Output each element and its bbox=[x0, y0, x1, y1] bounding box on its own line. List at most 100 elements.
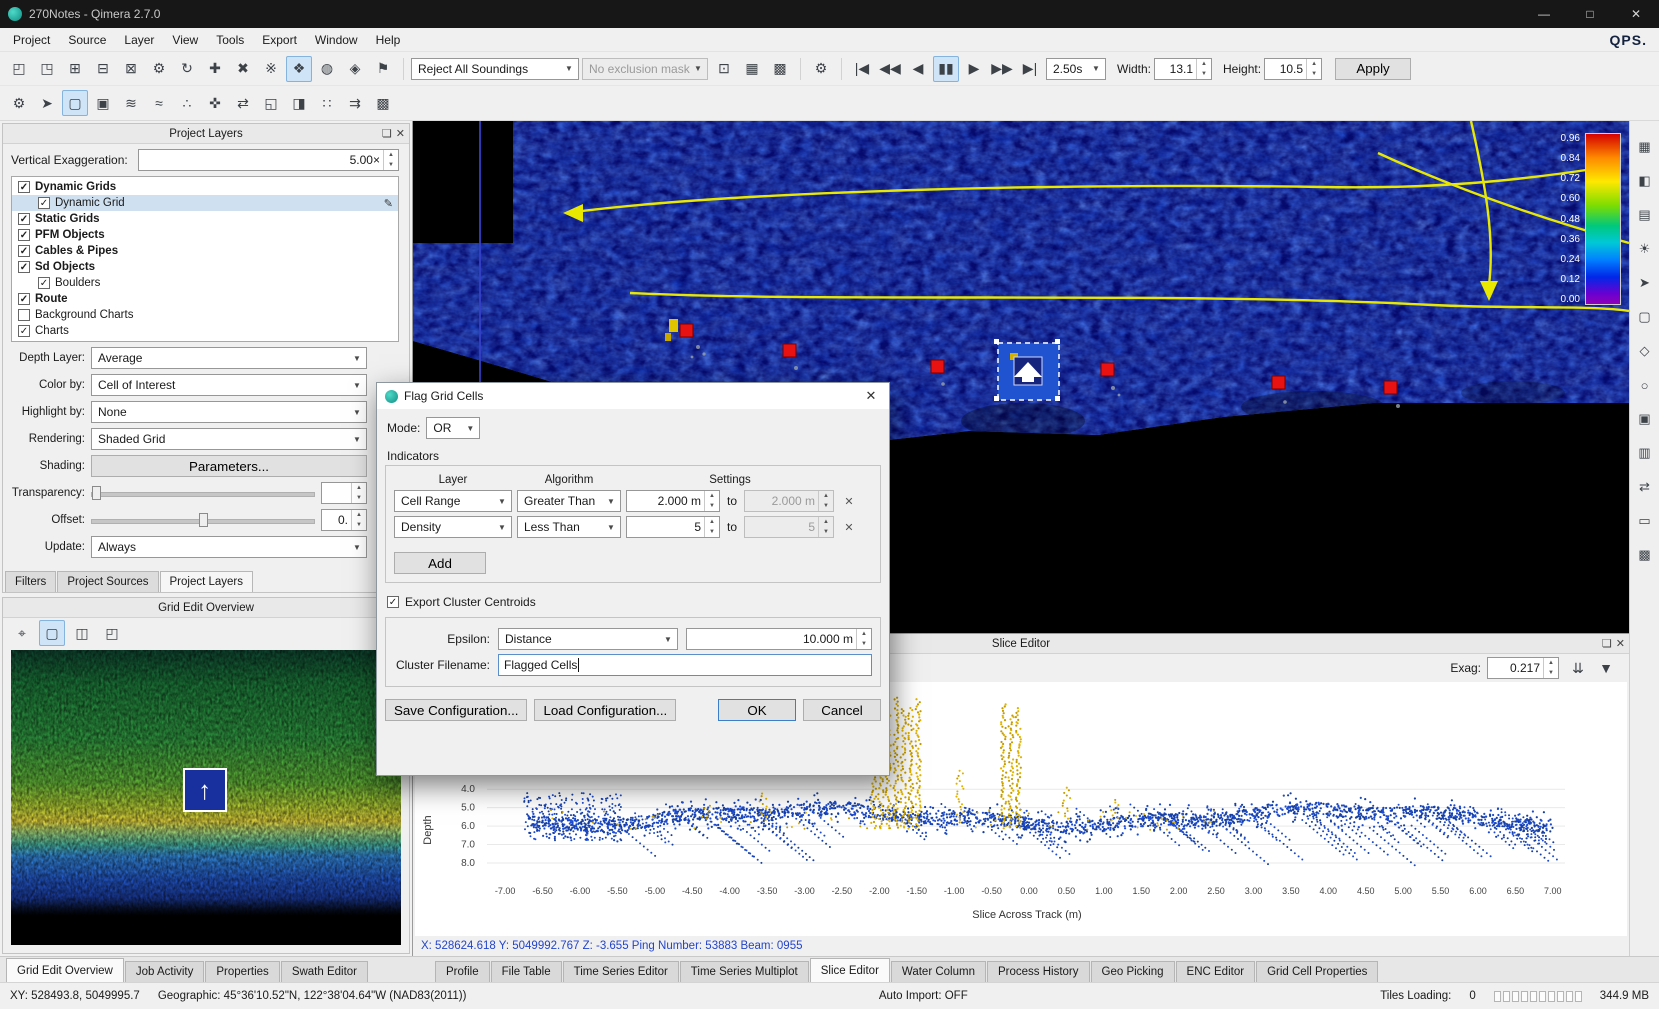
exclusion-mask-dropdown[interactable]: No exclusion mask▼ bbox=[582, 58, 708, 80]
tree-item-sd-objects[interactable]: ✓Sd Objects bbox=[12, 259, 398, 275]
close-button[interactable]: ✕ bbox=[1613, 0, 1659, 28]
color-by-dropdown[interactable]: Cell of Interest▼ bbox=[91, 374, 367, 396]
flagged-cell-marker[interactable] bbox=[680, 324, 693, 337]
transparency-slider[interactable] bbox=[91, 484, 315, 502]
deselect-soundings-icon[interactable]: ◍ bbox=[314, 56, 340, 82]
reject-soundings-dropdown[interactable]: Reject All Soundings▼ bbox=[411, 58, 579, 80]
remove-indicator-icon[interactable]: ✕ bbox=[839, 491, 859, 511]
spinner-arrows-icon[interactable]: ▲▼ bbox=[1306, 59, 1321, 79]
accept-soundings-icon[interactable]: ✚ bbox=[202, 56, 228, 82]
cluster-filename-input[interactable]: Flagged Cells bbox=[498, 654, 872, 676]
interval-dropdown[interactable]: 2.50s▼ bbox=[1046, 58, 1106, 80]
export-centroids-checkbox[interactable]: ✓ bbox=[387, 596, 399, 608]
tab-file-table[interactable]: File Table bbox=[491, 961, 562, 982]
tab-time-series-multiplot[interactable]: Time Series Multiplot bbox=[680, 961, 809, 982]
pan-view-icon[interactable]: ◫ bbox=[69, 620, 95, 646]
rendering-dropdown[interactable]: Shaded Grid▼ bbox=[91, 428, 367, 450]
transparency-stepper[interactable]: ▲▼ bbox=[321, 482, 367, 504]
flagged-cell-marker[interactable] bbox=[1101, 363, 1114, 376]
tree-item-route[interactable]: ✓Route bbox=[12, 291, 398, 307]
menu-project[interactable]: Project bbox=[4, 30, 59, 50]
checkbox[interactable] bbox=[18, 309, 30, 321]
selected-cell-marker[interactable]: ↑ bbox=[183, 768, 227, 812]
export-selection-icon[interactable]: ⊞ bbox=[62, 56, 88, 82]
pointer-icon[interactable]: ➤ bbox=[34, 90, 60, 116]
colormap-icon[interactable]: ▩ bbox=[370, 90, 396, 116]
fast-backward-icon[interactable]: ◀◀ bbox=[877, 56, 903, 82]
flagged-cell-marker[interactable] bbox=[1384, 381, 1397, 394]
contour-view-icon[interactable]: ▤ bbox=[1633, 203, 1657, 227]
tree-item-background-charts[interactable]: Background Charts bbox=[12, 307, 398, 323]
display-settings-icon[interactable]: ⚙ bbox=[808, 56, 834, 82]
select-grid-cells-icon[interactable]: ▢ bbox=[62, 90, 88, 116]
layout-icon[interactable]: ◰ bbox=[99, 620, 125, 646]
spinner-arrows-icon[interactable]: ▲▼ bbox=[351, 510, 366, 530]
tab-slice-editor[interactable]: Slice Editor bbox=[810, 958, 890, 982]
flagged-cell-marker[interactable] bbox=[783, 344, 796, 357]
menu-export[interactable]: Export bbox=[253, 30, 306, 50]
close-panel-icon[interactable]: ✕ bbox=[1616, 637, 1625, 650]
dialog-title-bar[interactable]: Flag Grid Cells ✕ bbox=[377, 383, 889, 409]
indicator-value-stepper[interactable]: 2.000 m ▲▼ bbox=[626, 490, 720, 512]
tree-item-cables-pipes[interactable]: ✓Cables & Pipes bbox=[12, 243, 398, 259]
menu-help[interactable]: Help bbox=[367, 30, 410, 50]
shading-parameters-button[interactable]: Parameters... bbox=[91, 455, 367, 477]
offset-stepper[interactable]: 0.▲▼ bbox=[321, 509, 367, 531]
spinner-arrows-icon[interactable]: ▲▼ bbox=[351, 483, 366, 503]
depth-layer-dropdown[interactable]: Average▼ bbox=[91, 347, 367, 369]
menu-window[interactable]: Window bbox=[306, 30, 367, 50]
minimize-button[interactable]: — bbox=[1521, 0, 1567, 28]
tree-item-charts[interactable]: ✓Charts bbox=[12, 323, 398, 339]
measure-icon[interactable]: ▭ bbox=[1633, 509, 1657, 533]
flag-tool-icon[interactable]: ⚑ bbox=[370, 56, 396, 82]
menu-layer[interactable]: Layer bbox=[115, 30, 163, 50]
tree-item-static-grids[interactable]: ✓Static Grids bbox=[12, 211, 398, 227]
tab-grid-cell-properties[interactable]: Grid Cell Properties bbox=[1256, 961, 1378, 982]
grid-tools-icon[interactable]: ▩ bbox=[767, 56, 793, 82]
menu-tools[interactable]: Tools bbox=[207, 30, 253, 50]
snapshot-icon[interactable]: ▣ bbox=[1633, 407, 1657, 431]
spline-line-icon[interactable]: ≈ bbox=[146, 90, 172, 116]
highlight-by-dropdown[interactable]: None▼ bbox=[91, 401, 367, 423]
apply-button[interactable]: Apply bbox=[1335, 58, 1411, 80]
go-last-icon[interactable]: ▶| bbox=[1017, 56, 1043, 82]
go-first-icon[interactable]: |◀ bbox=[849, 56, 875, 82]
spline-surface-icon[interactable]: ≋ bbox=[118, 90, 144, 116]
spinner-arrows-icon[interactable]: ▲▼ bbox=[1196, 59, 1211, 79]
scatter-icon[interactable]: ∴ bbox=[174, 90, 200, 116]
checkbox[interactable]: ✓ bbox=[18, 261, 30, 273]
tab-project-sources[interactable]: Project Sources bbox=[57, 571, 158, 592]
tab-project-layers[interactable]: Project Layers bbox=[160, 571, 254, 592]
ok-button[interactable]: OK bbox=[718, 699, 796, 721]
tree-item-dynamic-grids[interactable]: ✓Dynamic Grids bbox=[12, 179, 398, 195]
zoom-fit-icon[interactable]: ⌖ bbox=[9, 620, 35, 646]
play-icon[interactable]: ▶ bbox=[961, 56, 987, 82]
checkbox[interactable]: ✓ bbox=[18, 213, 30, 225]
tree-item-dynamic-grid[interactable]: ✓Dynamic Grid ✎ bbox=[12, 195, 398, 211]
height-stepper[interactable]: 10.5 ▲▼ bbox=[1264, 58, 1322, 80]
cancel-button[interactable]: Cancel bbox=[803, 699, 881, 721]
overview-bathymetry-view[interactable]: ↑ bbox=[11, 650, 401, 945]
offset-slider[interactable] bbox=[91, 511, 315, 529]
width-stepper[interactable]: 13.1 ▲▼ bbox=[1154, 58, 1212, 80]
histogram-icon[interactable]: ▥ bbox=[1633, 441, 1657, 465]
mask-icon[interactable]: ◨ bbox=[286, 90, 312, 116]
views-menu-icon[interactable]: ▼ bbox=[1593, 655, 1619, 681]
spinner-arrows-icon[interactable]: ▲▼ bbox=[383, 150, 398, 170]
transform-icon[interactable]: ⇄ bbox=[230, 90, 256, 116]
menu-source[interactable]: Source bbox=[59, 30, 115, 50]
tab-process-history[interactable]: Process History bbox=[987, 961, 1090, 982]
checkbox[interactable]: ✓ bbox=[18, 245, 30, 257]
indicator-layer-dropdown[interactable]: Density▼ bbox=[394, 516, 512, 538]
select-extent-icon[interactable]: ◳ bbox=[34, 56, 60, 82]
epsilon-dropdown[interactable]: Distance▼ bbox=[498, 628, 678, 650]
mode-dropdown[interactable]: OR▼ bbox=[426, 417, 480, 439]
vertical-exaggeration-stepper[interactable]: 5.00× ▲▼ bbox=[138, 149, 399, 171]
checkbox[interactable]: ✓ bbox=[18, 229, 30, 241]
edit-pencil-icon[interactable]: ✎ bbox=[384, 197, 393, 210]
spinner-arrows-icon[interactable]: ▲▼ bbox=[1543, 658, 1558, 678]
tab-grid-edit-overview[interactable]: Grid Edit Overview bbox=[6, 958, 124, 982]
poly-select-icon[interactable]: ◇ bbox=[1633, 339, 1657, 363]
sun-illumination-icon[interactable]: ✜ bbox=[202, 90, 228, 116]
tree-item-boulders[interactable]: ✓Boulders bbox=[12, 275, 398, 291]
